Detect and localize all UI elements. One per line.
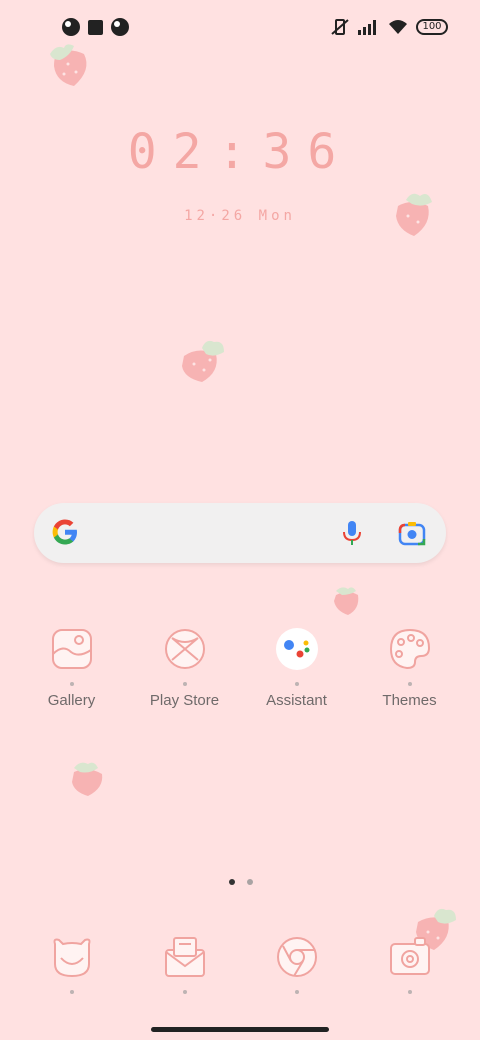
app-indicator-dot — [182, 990, 187, 994]
mute-icon — [331, 19, 349, 35]
dock-phone[interactable] — [15, 934, 128, 994]
app-label: Play Store — [149, 692, 220, 709]
app-indicator-dot — [69, 990, 74, 994]
strawberry-sticker — [72, 762, 103, 796]
app-label: Gallery — [47, 692, 96, 709]
messages-icon — [164, 937, 205, 977]
square-notification-icon — [88, 19, 103, 35]
themes-icon — [389, 628, 430, 670]
page-indicator[interactable] — [229, 879, 253, 885]
app-indicator-dot — [407, 682, 412, 686]
app-label: Themes — [382, 692, 437, 709]
assistant-icon — [275, 628, 318, 670]
lens-icon[interactable] — [398, 519, 426, 547]
app-play-store[interactable]: Play Store — [128, 626, 241, 709]
wifi-icon — [389, 20, 407, 34]
app-label: Assistant — [266, 692, 327, 709]
page-dot-active[interactable] — [229, 879, 235, 885]
app-indicator-dot — [69, 682, 74, 686]
camera-icon — [389, 937, 430, 975]
app-indicator-dot — [407, 990, 412, 994]
clock-time[interactable]: 02:36 — [0, 124, 480, 180]
app-assistant[interactable]: Assistant — [240, 626, 353, 709]
chrome-icon — [276, 937, 317, 977]
dock-camera[interactable] — [353, 934, 466, 994]
play-store-icon — [164, 629, 205, 669]
phone-icon — [53, 938, 90, 978]
dock-messages[interactable] — [128, 934, 241, 994]
app-themes[interactable]: Themes — [353, 626, 466, 709]
mic-icon[interactable] — [340, 519, 364, 547]
strawberry-sticker — [334, 587, 359, 615]
notification-icon — [111, 18, 129, 36]
status-bar-right: 100 — [330, 18, 448, 36]
page-dot[interactable] — [247, 879, 253, 885]
google-g-icon — [52, 519, 77, 545]
google-search-bar[interactable] — [34, 503, 446, 563]
notification-icon — [62, 18, 80, 36]
dock-chrome[interactable] — [240, 934, 353, 994]
app-gallery[interactable]: Gallery — [15, 626, 128, 709]
app-indicator-dot — [294, 682, 299, 686]
gallery-icon — [51, 629, 92, 669]
status-bar-left — [62, 18, 129, 36]
strawberry-sticker — [182, 340, 224, 382]
strawberry-sticker — [50, 44, 87, 86]
signal-icon — [358, 20, 376, 35]
clock-date[interactable]: 12·26 Mon — [0, 208, 480, 224]
app-indicator-dot — [182, 682, 187, 686]
app-indicator-dot — [294, 990, 299, 994]
gesture-nav-handle[interactable] — [151, 1027, 329, 1032]
battery-icon: 100 — [416, 19, 448, 35]
